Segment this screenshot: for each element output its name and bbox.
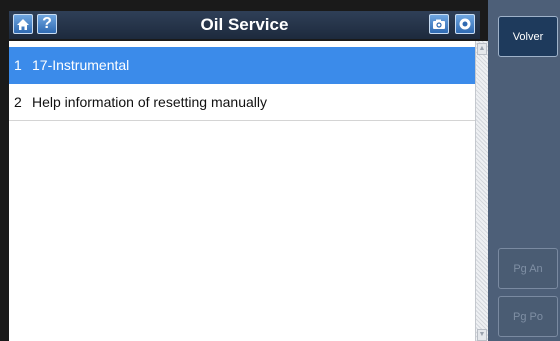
main-window: ? Oil Service 1 17-Instrumental 2 Help i… [0, 0, 488, 341]
vertical-scrollbar[interactable]: ▲ ▼ [475, 41, 488, 341]
record-button[interactable] [455, 14, 475, 34]
sidebar: Volver Pg An Pg Po [488, 0, 560, 341]
title-bar: ? Oil Service [9, 11, 480, 39]
page-down-button[interactable]: Pg Po [498, 296, 558, 337]
list-item-label: 17-Instrumental [32, 57, 130, 73]
list-item-label: Help information of resetting manually [32, 94, 268, 110]
scroll-up-arrow[interactable]: ▲ [477, 43, 487, 55]
scroll-down-arrow[interactable]: ▼ [477, 329, 487, 341]
screenshot-button[interactable] [429, 14, 449, 34]
menu-list: 1 17-Instrumental 2 Help information of … [9, 41, 475, 341]
list-item-number: 1 [14, 57, 22, 73]
page-title: Oil Service [200, 15, 289, 34]
camera-icon [433, 19, 445, 29]
record-icon [459, 18, 471, 30]
list-item-number: 2 [14, 94, 22, 110]
back-button[interactable]: Volver [498, 16, 558, 57]
list-item[interactable]: 2 Help information of resetting manually [9, 84, 475, 121]
page-up-button[interactable]: Pg An [498, 248, 558, 289]
list-item[interactable]: 1 17-Instrumental [9, 47, 475, 84]
